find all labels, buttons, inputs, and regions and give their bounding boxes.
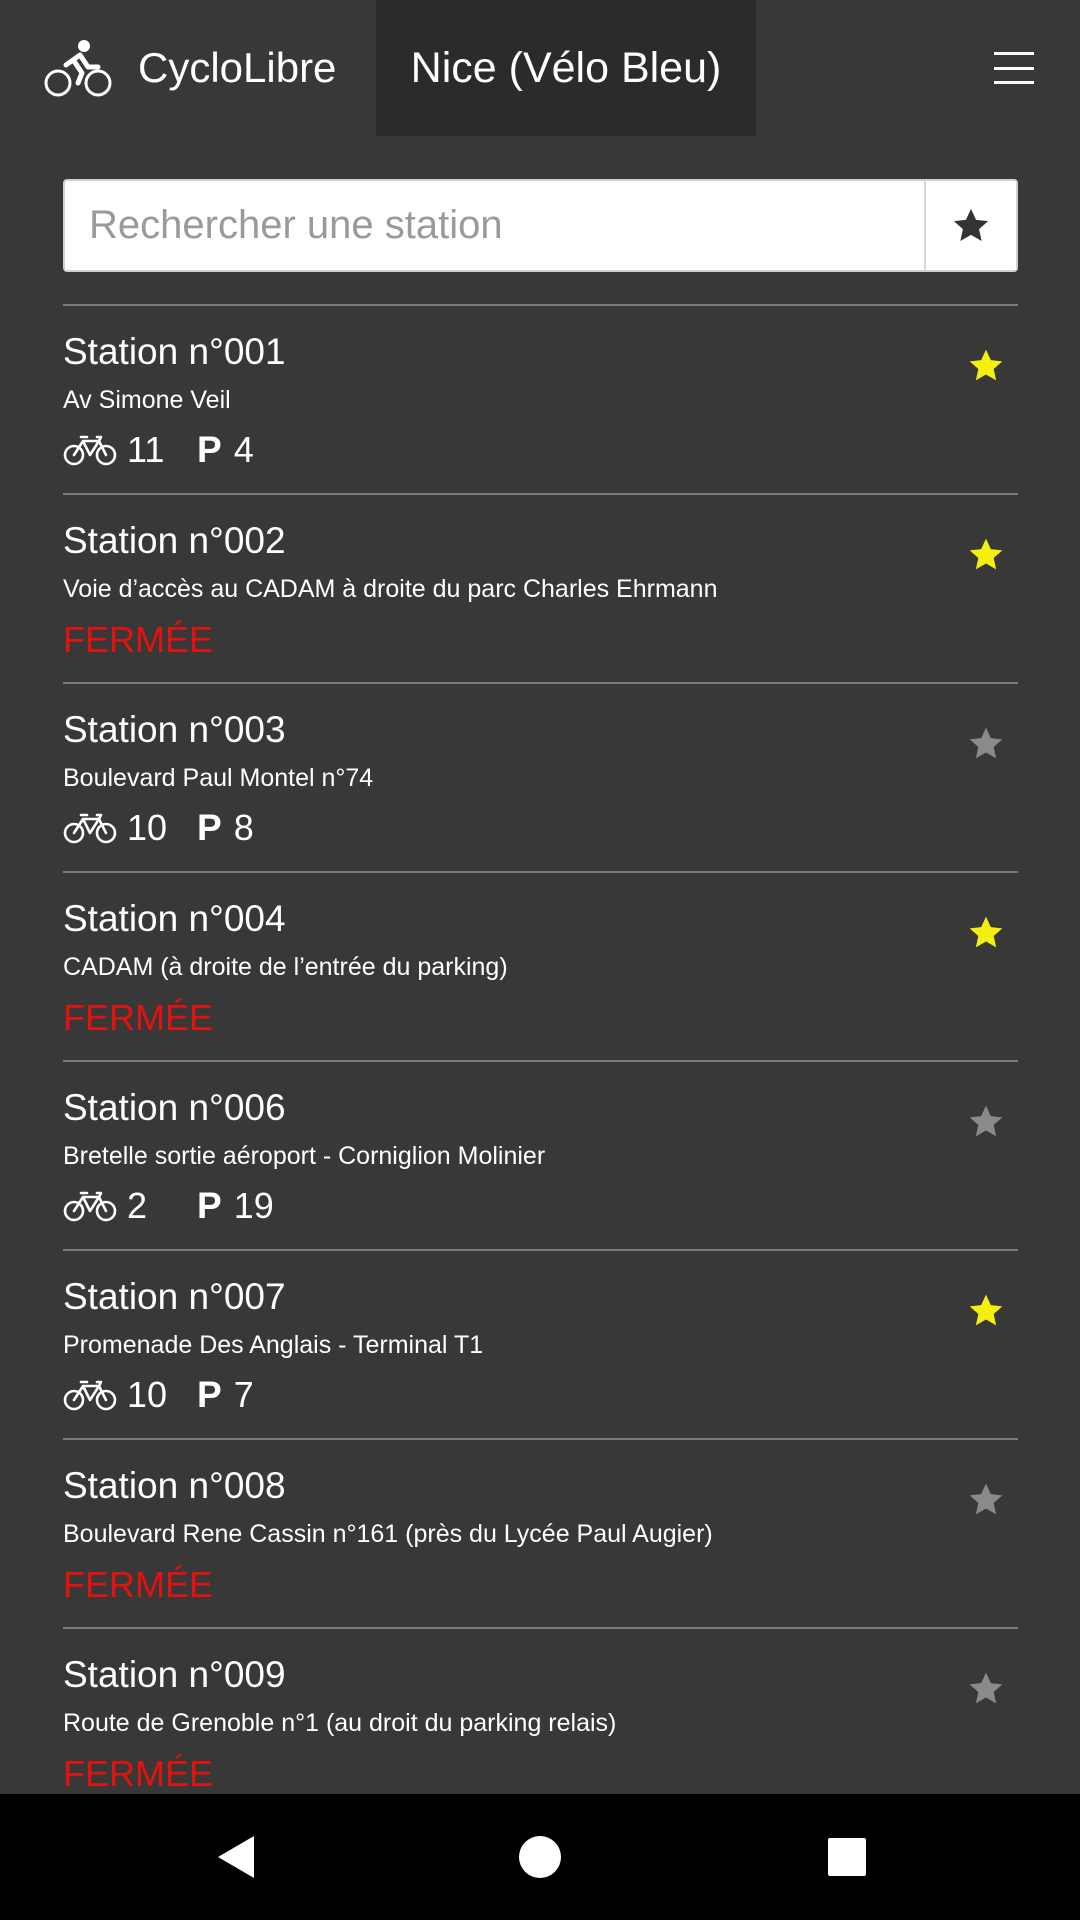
available-parking-count: 7 <box>233 1374 254 1415</box>
station-address: Av Simone Veil <box>63 386 231 414</box>
station-title: Station n°003 <box>63 709 286 750</box>
station-title: Station n°008 <box>63 1465 286 1506</box>
station-row[interactable]: Station n°001 Av Simone Veil 11 P 4 <box>63 304 1018 493</box>
favorite-star-icon[interactable] <box>966 1291 1006 1331</box>
station-availability: 10 P 7 <box>63 1371 254 1419</box>
city-selector[interactable]: Nice (Vélo Bleu) <box>376 0 756 136</box>
parking-icon: P <box>197 807 222 848</box>
station-closed-status: FERMÉE <box>63 997 214 1038</box>
bicycle-icon <box>63 1191 117 1222</box>
station-list: Station n°001 Av Simone Veil 11 P 4 Station n… <box>63 304 1018 1816</box>
station-closed-status: FERMÉE <box>63 619 214 660</box>
station-address: CADAM (à droite de l’entrée du parking) <box>63 953 508 981</box>
station-row[interactable]: Station n°009 Route de Grenoble n°1 (au d… <box>63 1627 1018 1816</box>
search-bar <box>63 179 1018 272</box>
station-closed-status: FERMÉE <box>63 1564 214 1605</box>
station-closed-status: FERMÉE <box>63 1753 214 1794</box>
home-icon[interactable] <box>515 1832 565 1882</box>
station-title: Station n°007 <box>63 1276 286 1317</box>
station-row[interactable]: Station n°006 Bretelle sortie aéroport - … <box>63 1060 1018 1249</box>
search-input[interactable] <box>65 181 924 270</box>
station-title: Station n°006 <box>63 1087 286 1128</box>
station-address: Boulevard Paul Montel n°74 <box>63 764 374 792</box>
available-bikes-count: 10 <box>127 807 168 848</box>
station-title: Station n°001 <box>63 331 286 372</box>
app-screen: CycloLibre Nice (Vélo Bleu) Station n°00… <box>0 0 1080 1920</box>
available-bikes-count: 2 <box>127 1185 148 1226</box>
station-availability: 2 P 19 <box>63 1182 274 1230</box>
star-icon <box>953 208 989 241</box>
favorite-star-icon[interactable] <box>966 535 1006 575</box>
station-title: Station n°009 <box>63 1654 286 1695</box>
available-parking-count: 4 <box>233 429 254 470</box>
station-availability: 11 P 4 <box>63 426 254 474</box>
parking-icon: P <box>197 429 222 470</box>
station-availability: 10 P 8 <box>63 804 254 852</box>
available-bikes-count: 11 <box>127 429 165 470</box>
bicycle-icon <box>63 813 117 844</box>
favorite-star-icon[interactable] <box>966 346 1006 386</box>
station-row[interactable]: Station n°002 Voie d’accès au CADAM à dro… <box>63 493 1018 682</box>
favorites-filter-button[interactable] <box>924 181 1016 270</box>
station-row[interactable]: Station n°008 Boulevard Rene Cassin n°161… <box>63 1438 1018 1627</box>
station-address: Route de Grenoble n°1 (au droit du parki… <box>63 1709 617 1737</box>
app-brand[interactable]: CycloLibre <box>44 36 336 100</box>
parking-icon: P <box>197 1374 222 1415</box>
available-parking-count: 8 <box>233 807 254 848</box>
station-address: Boulevard Rene Cassin n°161 (près du Lyc… <box>63 1520 713 1548</box>
app-name: CycloLibre <box>138 44 337 91</box>
station-title: Station n°002 <box>63 520 286 561</box>
top-bar: CycloLibre Nice (Vélo Bleu) <box>0 0 1080 136</box>
favorite-star-icon[interactable] <box>966 1480 1006 1520</box>
favorite-star-icon[interactable] <box>966 1102 1006 1142</box>
station-title: Station n°004 <box>63 898 286 939</box>
bicycle-icon <box>63 435 117 466</box>
favorite-star-icon[interactable] <box>966 1669 1006 1709</box>
station-address: Promenade Des Anglais - Terminal T1 <box>63 1331 484 1359</box>
bicycle-icon <box>63 1380 117 1411</box>
available-bikes-count: 10 <box>127 1374 168 1415</box>
hamburger-menu-icon[interactable] <box>994 52 1034 84</box>
parking-icon: P <box>197 1185 222 1226</box>
back-icon[interactable] <box>212 1832 262 1882</box>
station-address: Voie d’accès au CADAM à droite du parc C… <box>63 575 718 603</box>
cyclist-icon <box>44 40 112 97</box>
favorite-star-icon[interactable] <box>966 913 1006 953</box>
available-parking-count: 19 <box>233 1185 274 1226</box>
favorite-star-icon[interactable] <box>966 724 1006 764</box>
station-row[interactable]: Station n°003 Boulevard Paul Montel n°74 1… <box>63 682 1018 871</box>
station-address: Bretelle sortie aéroport - Corniglion Mo… <box>63 1142 546 1170</box>
station-row[interactable]: Station n°004 CADAM (à droite de l’entrée… <box>63 871 1018 1060</box>
station-row[interactable]: Station n°007 Promenade Des Anglais - Ter… <box>63 1249 1018 1438</box>
system-navigation-bar <box>0 1794 1080 1920</box>
recents-icon[interactable] <box>822 1832 872 1882</box>
